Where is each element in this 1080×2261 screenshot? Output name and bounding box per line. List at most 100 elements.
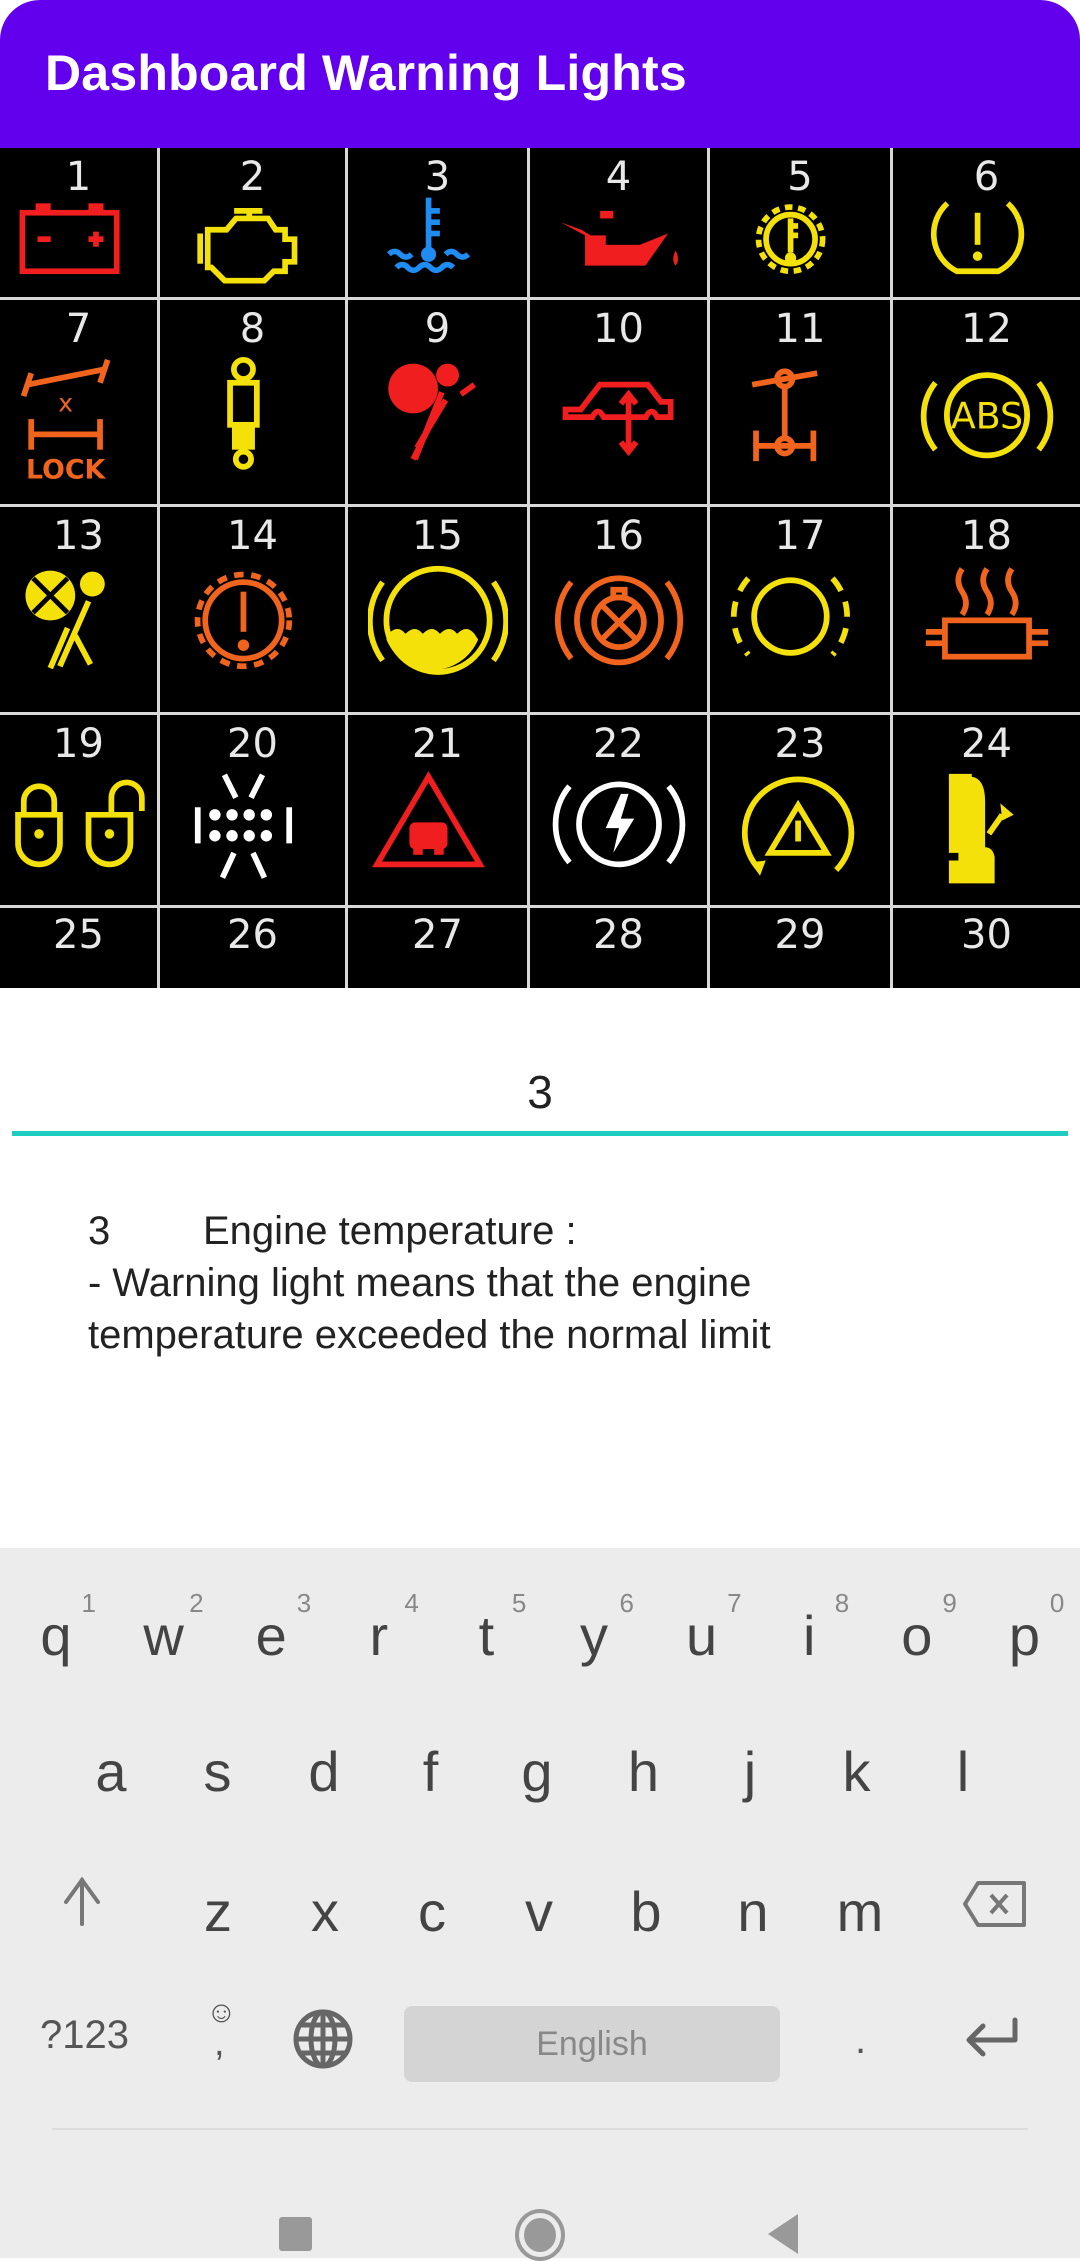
key-y[interactable]: y6: [540, 1562, 648, 1682]
key-r[interactable]: r4: [325, 1562, 433, 1682]
svg-text:LOCK: LOCK: [26, 454, 106, 485]
warning-light-5[interactable]: 5: [710, 148, 893, 300]
key-f[interactable]: f: [377, 1698, 485, 1818]
key-u[interactable]: u7: [648, 1562, 756, 1682]
result-line-2: temperature exceeded the normal limit: [88, 1313, 771, 1357]
warning-light-1[interactable]: 1: [0, 148, 160, 300]
space-key[interactable]: English: [404, 2006, 780, 2082]
key-label: c: [418, 1880, 446, 1943]
warning-light-17[interactable]: 17: [710, 507, 893, 715]
key-t[interactable]: t5: [432, 1562, 540, 1682]
backspace-key[interactable]: [962, 1880, 1028, 1930]
warning-light-21[interactable]: 21: [348, 715, 530, 908]
brake-fluid-icon: [367, 565, 508, 675]
warning-light-25[interactable]: 25: [0, 908, 160, 988]
shift-key[interactable]: [62, 1876, 110, 1928]
result-line-1: - Warning light means that the engine: [88, 1261, 752, 1305]
key-c[interactable]: c: [378, 1838, 486, 1958]
key-a[interactable]: a: [57, 1698, 165, 1818]
enter-key[interactable]: [965, 2016, 1021, 2066]
warning-light-4[interactable]: 4: [530, 148, 710, 300]
key-l[interactable]: l: [909, 1698, 1017, 1818]
warning-light-9[interactable]: 9: [348, 300, 530, 507]
recents-button[interactable]: [279, 2217, 312, 2251]
period-key[interactable]: .: [855, 2018, 866, 2063]
warning-light-22[interactable]: 22: [530, 715, 710, 908]
back-button[interactable]: [768, 2214, 798, 2254]
collision-warning-icon: [371, 771, 485, 868]
warning-light-27[interactable]: 27: [348, 908, 530, 988]
key-q[interactable]: q1: [2, 1562, 110, 1682]
abs-icon: ABS: [920, 372, 1053, 459]
key-number-hint: 2: [189, 1588, 204, 1618]
key-number-hint: 5: [511, 1588, 527, 1618]
warning-light-12[interactable]: 12 ABS: [893, 300, 1080, 507]
key-s[interactable]: s: [164, 1698, 272, 1818]
warning-light-30[interactable]: 30: [893, 908, 1080, 988]
light-number: 17: [774, 513, 826, 559]
warning-light-19[interactable]: 19: [0, 715, 160, 908]
tire-pressure-icon: [930, 201, 1024, 275]
key-v[interactable]: v: [485, 1838, 593, 1958]
warning-light-18[interactable]: 18: [893, 507, 1080, 715]
key-d[interactable]: d: [270, 1698, 378, 1818]
key-h[interactable]: h: [590, 1698, 698, 1818]
shift-arrow-icon: [64, 1876, 100, 1926]
key-number-hint: 9: [942, 1588, 957, 1618]
warning-light-28[interactable]: 28: [530, 908, 710, 988]
home-button[interactable]: [515, 2209, 565, 2261]
light-number-input[interactable]: [12, 1040, 1068, 1130]
light-number: 12: [961, 306, 1012, 352]
warning-light-15[interactable]: 15: [348, 507, 530, 715]
light-number: 29: [774, 912, 826, 958]
warning-light-8[interactable]: 8: [160, 300, 348, 507]
warning-light-24[interactable]: 24: [893, 715, 1080, 908]
key-p[interactable]: p0: [970, 1562, 1078, 1682]
language-key[interactable]: [292, 2008, 356, 2072]
key-o[interactable]: o9: [863, 1562, 971, 1682]
key-label: b: [630, 1880, 662, 1943]
light-number: 20: [227, 721, 278, 767]
shock-absorber-icon: [226, 356, 260, 470]
key-n[interactable]: n: [699, 1838, 807, 1958]
emoji-comma-key[interactable]: ☺ ,: [200, 1996, 240, 2076]
warning-light-16[interactable]: 16: [530, 507, 710, 715]
warning-light-14[interactable]: 14: [160, 507, 348, 715]
key-label: s: [203, 1740, 232, 1803]
light-number-input-wrap[interactable]: [12, 1040, 1068, 1136]
key-x[interactable]: x: [271, 1838, 379, 1958]
light-number: 8: [239, 306, 266, 352]
brake-wear-icon: [554, 575, 683, 666]
warning-light-10[interactable]: 10: [530, 300, 710, 507]
warning-light-7[interactable]: 7 x LOCK: [0, 300, 160, 507]
key-e[interactable]: e3: [217, 1562, 325, 1682]
light-number: 28: [593, 912, 644, 958]
key-number-hint: 4: [404, 1588, 419, 1618]
symbols-key[interactable]: ?123: [40, 2013, 129, 2058]
warning-light-11[interactable]: 11: [710, 300, 893, 507]
key-label: k: [842, 1740, 871, 1803]
warning-light-6[interactable]: 6: [893, 148, 1080, 300]
warning-light-29[interactable]: 29: [710, 908, 893, 988]
key-b[interactable]: b: [592, 1838, 700, 1958]
key-k[interactable]: k: [803, 1698, 911, 1818]
key-label: d: [308, 1740, 340, 1803]
key-g[interactable]: g: [483, 1698, 591, 1818]
nav-separator: [52, 2128, 1028, 2130]
key-m[interactable]: m: [806, 1838, 914, 1958]
key-z[interactable]: z: [164, 1838, 272, 1958]
key-w[interactable]: w2: [110, 1562, 218, 1682]
airbag-off-icon: [24, 570, 105, 670]
key-i[interactable]: i8: [755, 1562, 863, 1682]
rear-defrost-icon: [194, 773, 292, 879]
light-number: 15: [412, 513, 463, 559]
warning-light-26[interactable]: 26: [160, 908, 348, 988]
suspension-icon: [562, 381, 673, 457]
battery-icon: [19, 203, 120, 275]
warning-light-3[interactable]: 3: [348, 148, 530, 300]
warning-light-23[interactable]: 23: [710, 715, 893, 908]
warning-light-20[interactable]: 20: [160, 715, 348, 908]
warning-light-13[interactable]: 13: [0, 507, 160, 715]
key-j[interactable]: j: [696, 1698, 804, 1818]
warning-light-2[interactable]: 2: [160, 148, 348, 300]
